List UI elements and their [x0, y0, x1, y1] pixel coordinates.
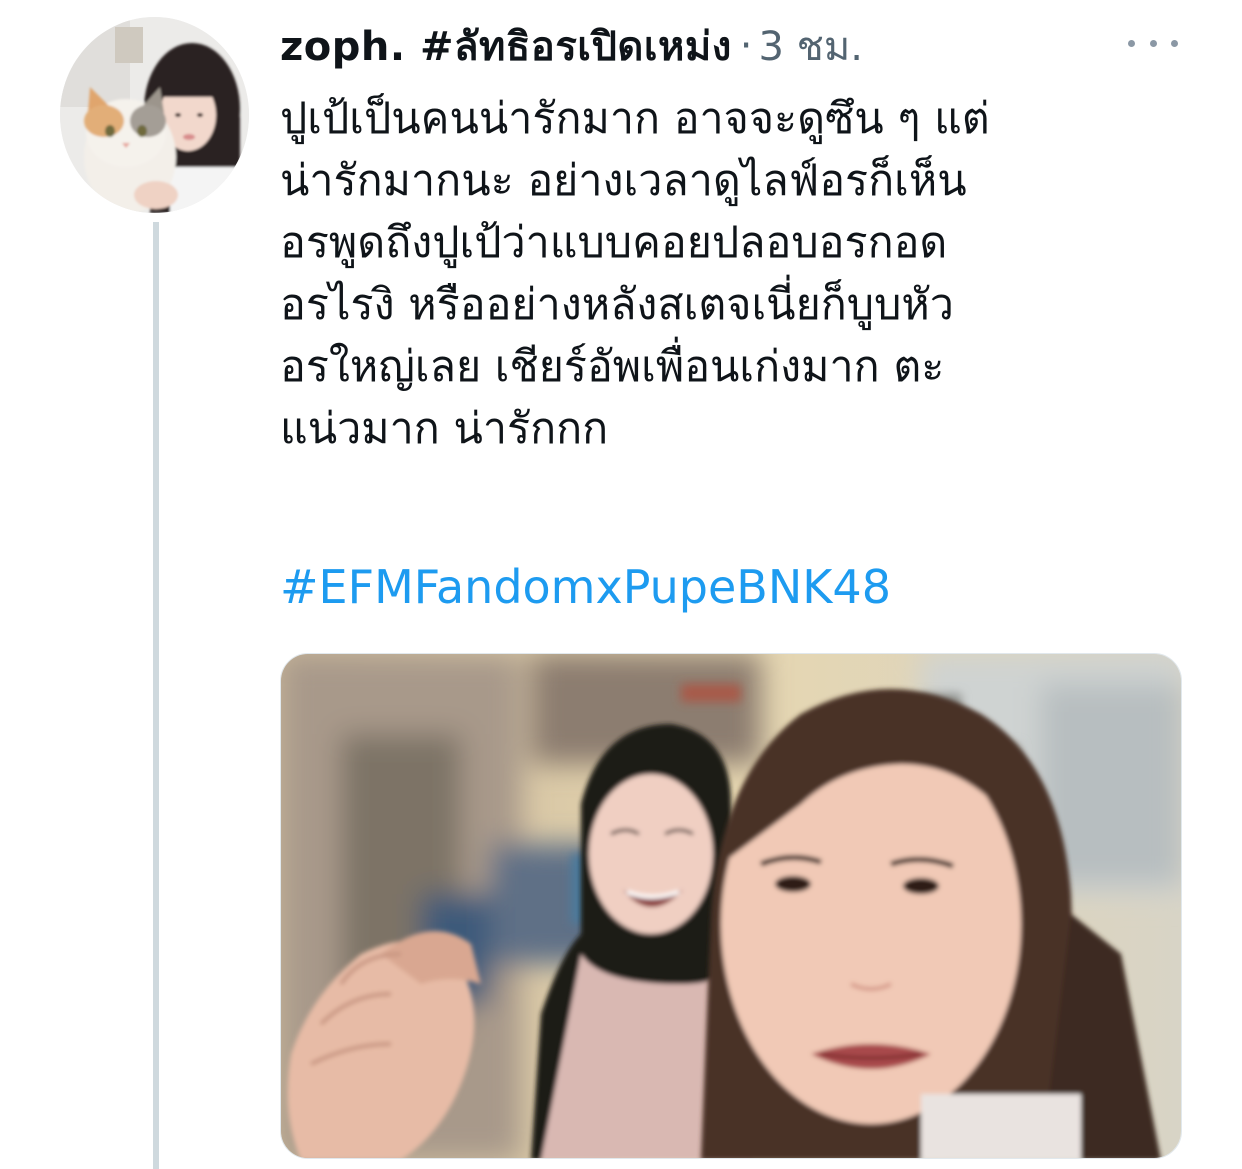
avatar-photo — [60, 17, 249, 213]
tweet-text-line: อรไรงิ หรืออย่างหลังสเตจเนี่ยก็บูบหัว — [280, 280, 954, 330]
tweet-text-line: อรใหญ่เลย เชียร์อัพเพื่อนเก่งมาก ตะ — [280, 342, 945, 392]
display-name[interactable]: zoph. #ลัทธิอรเปิดเหม่ง — [280, 14, 732, 78]
thread-line — [153, 222, 159, 1169]
tweet[interactable]: zoph. #ลัทธิอรเปิดเหม่ง · 3 ชม. ปูเป้เป็… — [0, 0, 1242, 1169]
tweet-text-line: น่ารักมากนะ อย่างเวลาดูไลฟ์อรก็เห็น — [280, 156, 967, 206]
avatar[interactable] — [60, 17, 249, 213]
timestamp[interactable]: 3 ชม. — [759, 14, 863, 78]
tweet-text-line: ปูเป้เป็นคนน่ารักมาก อาจจะดูซึน ๆ แต่ — [280, 94, 990, 144]
tweet-text-line: อรพูดถึงปูเป้ว่าแบบคอยปลอบอรกอด — [280, 218, 948, 268]
tweet-media-image[interactable] — [280, 653, 1182, 1159]
media-photo — [281, 654, 1181, 1158]
more-horizontal-icon — [1128, 39, 1178, 47]
tweet-header: zoph. #ลัทธิอรเปิดเหม่ง · 3 ชม. — [280, 18, 863, 74]
tweet-text: ปูเป้เป็นคนน่ารักมาก อาจจะดูซึน ๆ แต่ น่… — [280, 88, 1180, 460]
more-options-button[interactable] — [1128, 28, 1178, 58]
header-separator: · — [739, 23, 753, 69]
tweet-text-line: แน่วมาก น่ารักกก — [280, 404, 609, 454]
hashtag-link[interactable]: #EFMFandomxPupeBNK48 — [280, 556, 891, 618]
